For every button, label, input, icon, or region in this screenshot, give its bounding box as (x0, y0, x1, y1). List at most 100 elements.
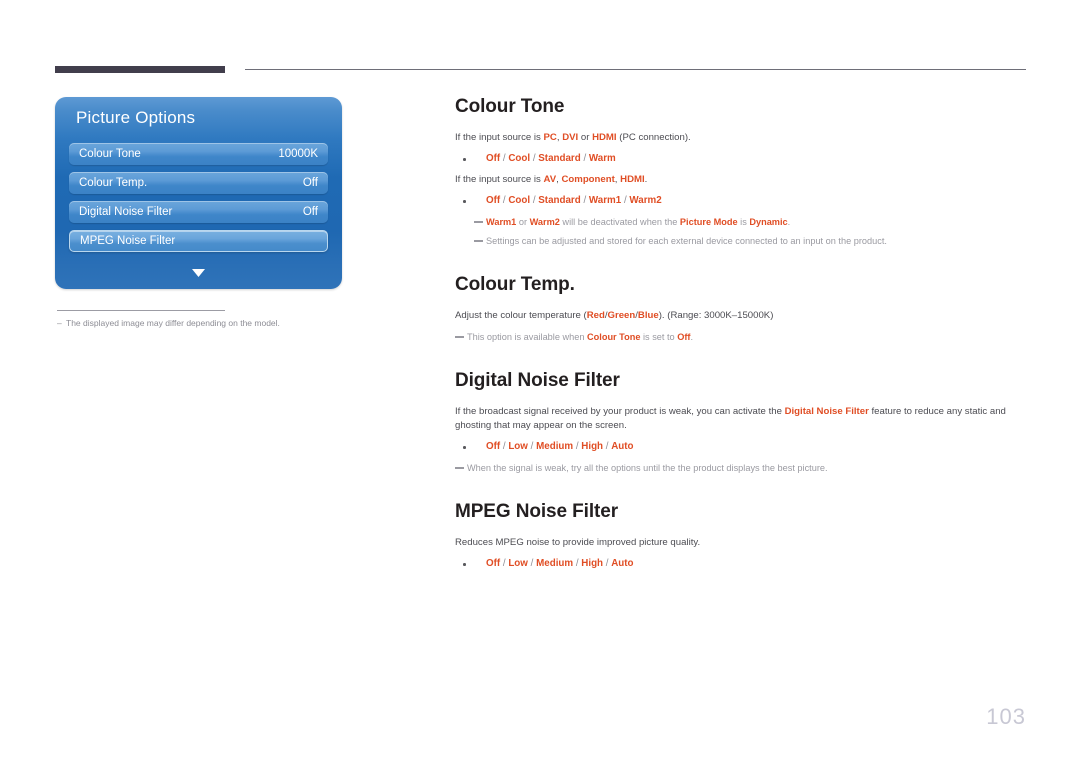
emphasis-text: Warm1 (486, 217, 517, 227)
inline-text: . (690, 332, 694, 342)
emphasis-text: Standard (538, 153, 581, 164)
inline-text: / (527, 441, 537, 452)
section-heading: Digital Noise Filter (455, 370, 620, 391)
inline-text: Adjust the colour temperature ( (455, 310, 587, 321)
inline-text: If the input source is (455, 174, 544, 185)
emphasis-text: Green (607, 310, 636, 321)
body-paragraph: If the broadcast signal received by your… (455, 405, 1027, 433)
emphasis-text: Picture Mode (679, 217, 738, 227)
emphasis-text: Cool (508, 195, 531, 206)
option-bullet: Off / Low / Medium / High / Auto (455, 440, 1027, 454)
option-bullet: Off / Low / Medium / High / Auto (455, 557, 1027, 571)
emphasis-text: Warm (588, 153, 616, 164)
osd-menu-item-value: Off (302, 177, 318, 189)
footnote-line: This option is available when Colour Ton… (455, 330, 1027, 344)
inline-text: or (578, 132, 593, 143)
osd-menu-item-value: Off (302, 206, 318, 218)
emphasis-text: High (581, 558, 604, 569)
osd-menu-item-label: Colour Temp. (79, 177, 148, 189)
osd-menu-item-label: MPEG Noise Filter (80, 235, 176, 247)
inline-text: If the broadcast signal received by your… (455, 406, 785, 417)
inline-text: . (644, 174, 648, 185)
emphasis-text: Low (508, 558, 528, 569)
emphasis-text: HDMI (592, 132, 617, 143)
emphasis-text: Off (486, 558, 501, 569)
osd-menu-item[interactable]: Digital Noise Filter Off (69, 201, 328, 223)
osd-menu-item[interactable]: MPEG Noise Filter (69, 230, 328, 252)
inline-text: / (580, 153, 589, 164)
inline-text: / (603, 441, 612, 452)
osd-caption-note: – The displayed image may differ dependin… (57, 318, 357, 328)
section-heading: MPEG Noise Filter (455, 501, 619, 522)
inline-text: (PC connection). (616, 132, 691, 143)
option-bullet: Off / Cool / Standard / Warm (455, 152, 1027, 166)
emphasis-text: Red (586, 310, 605, 321)
caption-divider (57, 310, 225, 311)
emphasis-text: Blue (637, 310, 659, 321)
osd-menu-item[interactable]: Colour Temp. Off (69, 172, 328, 194)
emphasis-text: High (581, 441, 604, 452)
body-paragraph: Adjust the colour temperature (Red/Green… (455, 309, 1027, 323)
inline-text: This option is available when (467, 332, 588, 342)
doc-section-digital-noise-filter: Digital Noise Filter If the broadcast sig… (455, 370, 1027, 475)
body-paragraph: If the input source is AV, Component, HD… (455, 173, 1027, 187)
section-heading: Colour Temp. (455, 274, 575, 295)
caption-text: The displayed image may differ depending… (66, 318, 280, 328)
emphasis-text: PC (543, 132, 557, 143)
inline-text: is set to (640, 332, 678, 342)
inline-text: If the input source is (455, 132, 544, 143)
emphasis-text: Component (561, 174, 615, 185)
doc-section-colour-temp: Colour Temp. Adjust the colour temperatur… (455, 274, 1027, 344)
caption-dash: – (57, 318, 62, 328)
option-bullet: Off / Cool / Standard / Warm1 / Warm2 (455, 194, 1027, 208)
emphasis-text: HDMI (620, 174, 645, 185)
osd-menu-list: Colour Tone 10000K Colour Temp. Off Digital … (69, 143, 328, 259)
emphasis-text: Auto (611, 558, 634, 569)
osd-menu-item-label: Digital Noise Filter (79, 206, 173, 218)
emphasis-text: Warm2 (529, 217, 560, 227)
emphasis-text: Warm2 (629, 195, 662, 206)
header-rule-thick (55, 66, 225, 73)
section-heading: Colour Tone (455, 96, 565, 117)
inline-text: or (516, 217, 530, 227)
footnote-line: Settings can be adjusted and stored for … (455, 234, 1027, 248)
document-content: Colour Tone If the input source is PC, DV… (455, 96, 1027, 578)
header-rule-thin (245, 69, 1026, 70)
emphasis-text: Off (677, 332, 691, 342)
page-number: 103 (986, 704, 1026, 729)
osd-menu-item-value: 10000K (278, 148, 318, 160)
inline-text: will be deactivated when the (559, 217, 680, 227)
inline-text: ). (Range: 3000K–15000K) (658, 310, 774, 321)
inline-text: / (603, 558, 612, 569)
osd-menu-panel: Picture Options Colour Tone 10000K Colour … (55, 97, 342, 289)
page-header-rules (0, 0, 1080, 80)
emphasis-text: Medium (536, 558, 574, 569)
emphasis-text: Colour Tone (587, 332, 641, 342)
inline-text: Settings can be adjusted and stored for … (486, 236, 887, 246)
osd-menu-item-label: Colour Tone (79, 148, 141, 160)
chevron-down-icon[interactable] (55, 269, 342, 277)
body-paragraph: If the input source is PC, DVI or HDMI (… (455, 131, 1027, 145)
osd-menu-title: Picture Options (76, 108, 196, 127)
body-paragraph: Reduces MPEG noise to provide improved p… (455, 536, 1027, 550)
emphasis-text: DVI (562, 132, 579, 143)
emphasis-text: Dynamic (749, 217, 788, 227)
inline-text: Reduces MPEG noise to provide improved p… (455, 537, 701, 548)
footnote-line: Warm1 or Warm2 will be deactivated when … (455, 215, 1027, 229)
inline-text: is (737, 217, 750, 227)
emphasis-text: Low (508, 441, 528, 452)
emphasis-text: Off (486, 195, 501, 206)
doc-section-colour-tone: Colour Tone If the input source is PC, DV… (455, 96, 1027, 248)
emphasis-text: Digital Noise Filter (784, 406, 869, 417)
inline-text: . (787, 217, 791, 227)
osd-menu-item[interactable]: Colour Tone 10000K (69, 143, 328, 165)
emphasis-text: AV (543, 174, 557, 185)
footnote-line: When the signal is weak, try all the opt… (455, 461, 1027, 475)
inline-text: / (580, 195, 589, 206)
emphasis-text: Auto (611, 441, 634, 452)
inline-text: When the signal is weak, try all the opt… (467, 463, 828, 473)
emphasis-text: Cool (508, 153, 531, 164)
inline-text: / (527, 558, 537, 569)
emphasis-text: Off (486, 441, 501, 452)
doc-section-mpeg-noise-filter: MPEG Noise Filter Reduces MPEG noise to p… (455, 501, 1027, 571)
